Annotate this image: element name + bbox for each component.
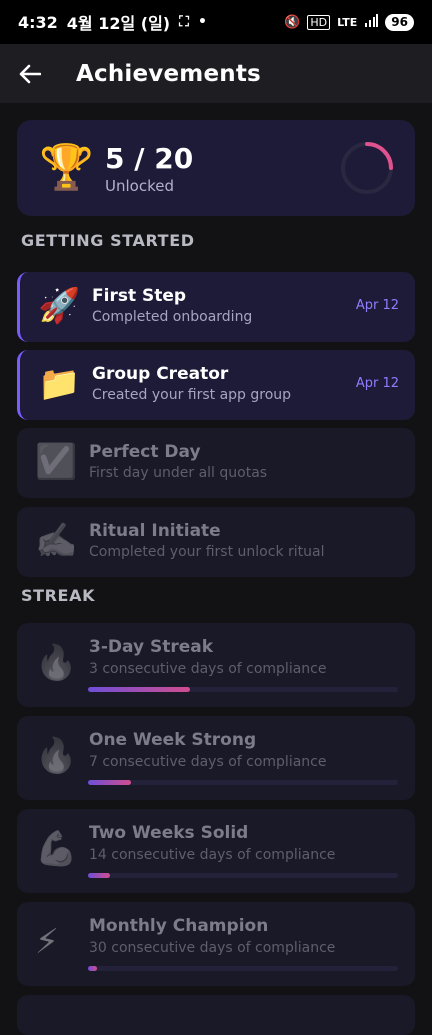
dot-icon: •	[197, 14, 207, 30]
achievement-description: Completed your first unlock ritual	[89, 544, 325, 560]
achievement-card-partial[interactable]	[17, 995, 415, 1035]
achievement-card[interactable]: ☑️ Perfect Day First day under all quotas	[17, 428, 415, 498]
status-time: 4:32	[18, 12, 58, 32]
unlock-date: Apr 12	[355, 298, 399, 313]
screenshot-icon: ⛶	[179, 14, 189, 30]
achievement-title: Monthly Champion	[89, 916, 269, 936]
progress-bar	[88, 687, 398, 692]
achievement-card[interactable]: 📁 Group Creator Created your first app gro…	[17, 350, 415, 420]
achievement-card[interactable]: 🔥 3-Day Streak 3 consecutive days of compl…	[17, 623, 415, 707]
progress-ring	[341, 142, 393, 194]
summary-card: 🏆 5 / 20 Unlocked	[17, 120, 415, 216]
achievement-title: One Week Strong	[89, 730, 257, 750]
section-title: GETTING STARTED	[21, 231, 195, 250]
achievement-card[interactable]: 💪 Two Weeks Solid 14 consecutive days of c…	[17, 809, 415, 893]
achievement-description: 3 consecutive days of compliance	[89, 661, 327, 677]
progress-fill	[88, 966, 98, 971]
arrow-left-icon	[19, 64, 41, 83]
progress-fill	[88, 780, 132, 785]
signal-icon	[364, 13, 379, 31]
unlocked-label: Unlocked	[105, 177, 174, 195]
progress-fill	[88, 687, 191, 692]
achievement-description: First day under all quotas	[89, 465, 268, 481]
achievement-card[interactable]: ⚡ Monthly Champion 30 consecutive days of …	[17, 902, 415, 986]
progress-bar	[88, 780, 398, 785]
achievement-icon: 📁	[38, 364, 81, 404]
achievement-title: Group Creator	[92, 364, 229, 384]
achievement-description: Created your first app group	[92, 387, 292, 403]
achievement-title: First Step	[92, 286, 187, 306]
achievement-title: 3-Day Streak	[89, 637, 214, 657]
trophy-icon: 🏆	[39, 142, 94, 193]
achievement-icon: ⚡	[35, 922, 59, 962]
unlock-date: Apr 12	[355, 376, 399, 391]
achievement-icon: ✍️	[35, 521, 78, 561]
mute-icon: 🔇	[284, 14, 301, 30]
progress-fill	[88, 873, 110, 878]
back-button[interactable]	[10, 54, 50, 94]
hd-icon: HD	[307, 14, 331, 30]
achievement-card[interactable]: 🔥 One Week Strong 7 consecutive days of co…	[17, 716, 415, 800]
page-title: Achievements	[76, 60, 261, 87]
achievement-title: Perfect Day	[89, 442, 201, 462]
network-label: LTE	[337, 15, 358, 29]
app-bar: Achievements	[0, 44, 432, 103]
achievement-icon: 🚀	[38, 286, 81, 326]
achievement-description: Completed onboarding	[92, 309, 253, 325]
achievement-icon: 🔥	[35, 736, 78, 776]
progress-bar	[88, 873, 398, 878]
achievement-description: 14 consecutive days of compliance	[89, 847, 336, 863]
achievement-icon: 🔥	[35, 643, 78, 683]
status-bar: 4:32 4월 12일 (일) ⛶ • 🔇 HD LTE 96	[0, 0, 432, 44]
status-date: 4월 12일 (일)	[66, 14, 171, 33]
achievement-description: 30 consecutive days of compliance	[89, 940, 336, 956]
progress-bar	[88, 966, 398, 971]
achievement-icon: 💪	[35, 829, 78, 869]
achievement-description: 7 consecutive days of compliance	[89, 754, 327, 770]
battery-icon: 96	[385, 13, 414, 31]
achievement-icon: ☑️	[35, 442, 78, 482]
achievement-title: Ritual Initiate	[89, 521, 221, 541]
achievement-card[interactable]: 🚀 First Step Completed onboarding Apr 12	[17, 272, 415, 342]
achievement-card[interactable]: ✍️ Ritual Initiate Completed your first un…	[17, 507, 415, 577]
unlocked-count: 5 / 20	[105, 142, 194, 175]
achievement-title: Two Weeks Solid	[89, 823, 249, 843]
section-title: STREAK	[21, 586, 96, 605]
